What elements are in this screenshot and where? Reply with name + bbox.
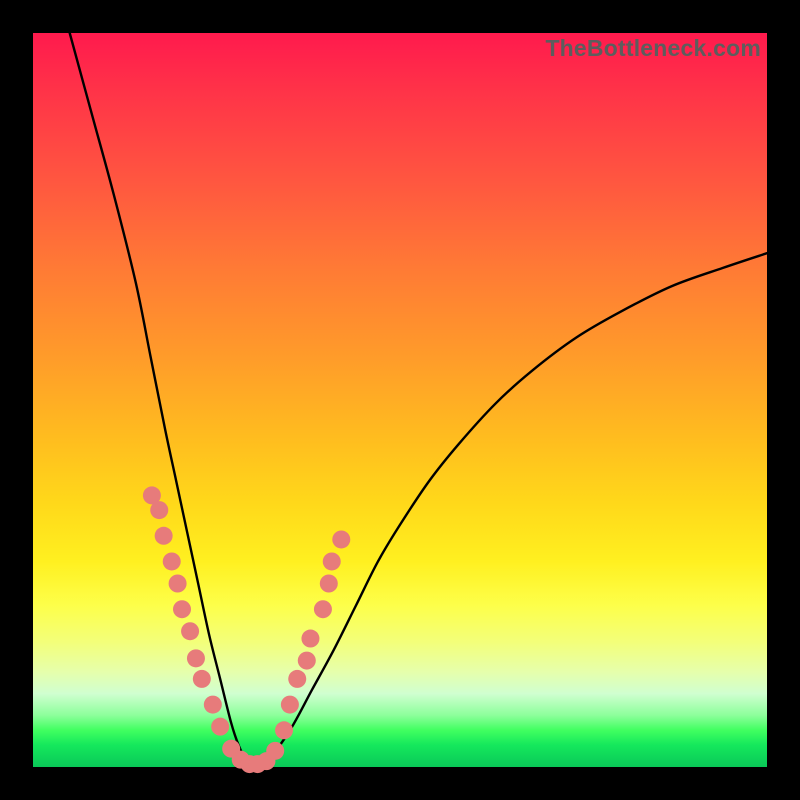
chart-frame: TheBottleneck.com (0, 0, 800, 800)
data-point (204, 696, 222, 714)
data-point (211, 718, 229, 736)
data-point (314, 600, 332, 618)
data-point (187, 649, 205, 667)
data-point (266, 742, 284, 760)
left-marker-group (143, 486, 267, 773)
plot-area: TheBottleneck.com (33, 33, 767, 767)
data-point (298, 652, 316, 670)
data-point (163, 552, 181, 570)
data-point (332, 530, 350, 548)
data-point (320, 575, 338, 593)
data-point (181, 622, 199, 640)
data-point (155, 527, 173, 545)
data-point (173, 600, 191, 618)
data-point (288, 670, 306, 688)
bottleneck-curve (70, 33, 767, 767)
data-point (169, 575, 187, 593)
data-point (323, 552, 341, 570)
data-point (150, 501, 168, 519)
data-point (281, 696, 299, 714)
data-point (301, 630, 319, 648)
data-point (193, 670, 211, 688)
chart-svg (33, 33, 767, 767)
right-marker-group (257, 530, 350, 770)
data-point (275, 721, 293, 739)
